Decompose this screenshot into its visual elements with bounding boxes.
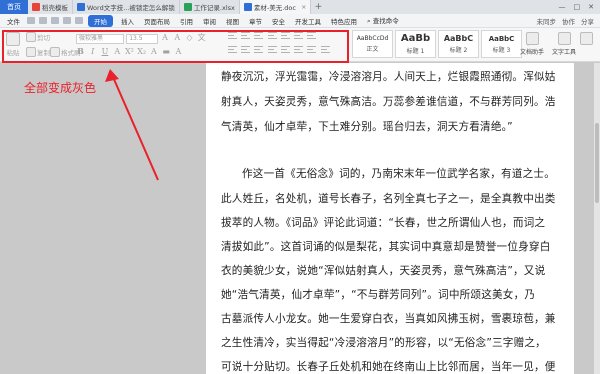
- document-page[interactable]: 静夜沉沉，浮光霭霭，冷浸溶溶月。人间天上，烂银霞照通彻。浑似姑 射真人，天姿灵秀…: [206, 63, 574, 374]
- style-sample: AaBbCcDd: [356, 35, 389, 42]
- text-tools-button[interactable]: 文字工具: [552, 32, 576, 56]
- tab-docer-template[interactable]: 稻壳模板: [28, 0, 73, 14]
- tab-page-layout[interactable]: 页面布局: [139, 16, 175, 26]
- tab-view[interactable]: 视图: [221, 16, 244, 26]
- word-doc-icon: [243, 3, 252, 11]
- search-label: 查找命令: [372, 17, 399, 25]
- word-doc-icon: [77, 3, 85, 11]
- paragraph-line: 此人姓丘，名处机，道号长春子，名列全真七子之一，是全真教中出类: [221, 193, 556, 205]
- tab-references[interactable]: 引用: [175, 16, 198, 26]
- paragraph-line: 可说十分贴切。长春子丘处机和她在终南山上比邻而居，当年一见，便: [221, 361, 556, 373]
- docer-icon: [32, 3, 40, 11]
- paragraph-line: 之生性清冷，实当得起“冷浸溶溶月”的形容，以“无俗念”三字赠之，: [221, 337, 546, 349]
- annotation-text: 全部变成灰色: [24, 81, 97, 95]
- style-sample: AaBbC: [488, 34, 515, 43]
- tab-word-doc[interactable]: Word文字技...被锁定怎么解锁: [73, 0, 180, 14]
- search-icon: ⌕: [367, 17, 371, 25]
- tab-active-document[interactable]: 素材-美无.doc ×: [239, 0, 312, 14]
- minimize-icon[interactable]: —: [559, 3, 566, 11]
- scrollbar-thumb[interactable]: [595, 123, 599, 203]
- paragraph-line: 射真人，天姿灵秀，意气殊高洁。万蕊参差谁信道，不与群芳同列。浩: [221, 96, 556, 108]
- style-caption: 标题 2: [449, 47, 468, 54]
- paragraph-line: 气清英，仙才卓荦，下土难分别。瑶台归去，洞天方看清绝。”: [221, 121, 513, 133]
- open-icon[interactable]: [27, 17, 35, 24]
- window-controls: — □ ✕: [559, 0, 600, 14]
- tab-insert[interactable]: 插入: [116, 16, 139, 26]
- tab-label: Word文字技...被锁定怎么解锁: [87, 4, 175, 12]
- doc-helper-icon: [525, 32, 539, 45]
- spreadsheet-icon: [183, 3, 192, 11]
- search-command[interactable]: ⌕ 查找命令: [362, 15, 404, 26]
- title-tab-bar: 首页 稻壳模板 Word文字技...被锁定怎么解锁 工作记录.xlsx 素材-美…: [0, 0, 600, 14]
- sync-status[interactable]: 未同步: [537, 16, 557, 26]
- text-tools-label: 文字工具: [552, 49, 577, 56]
- tab-label: 稻壳模板: [42, 4, 68, 12]
- maximize-icon[interactable]: □: [574, 3, 581, 11]
- style-normal[interactable]: AaBbCcDd 正文: [352, 30, 393, 58]
- tab-sections[interactable]: 章节: [244, 16, 267, 26]
- undo-icon[interactable]: [63, 17, 71, 24]
- style-caption: 标题 1: [406, 48, 425, 55]
- tab-start[interactable]: 开始: [88, 14, 113, 27]
- save-icon[interactable]: [39, 17, 47, 24]
- home-tab[interactable]: 首页: [0, 0, 28, 14]
- redo-icon[interactable]: [75, 17, 83, 24]
- tab-developer[interactable]: 开发工具: [290, 16, 326, 26]
- style-sample: AaBbC: [443, 34, 474, 43]
- print-icon[interactable]: [51, 17, 59, 24]
- paragraph-line: 静夜沉沉，浮光霭霭，冷浸溶溶月。人间天上，烂银霞照通彻。浑似姑: [221, 71, 556, 83]
- vertical-scrollbar[interactable]: [594, 63, 600, 374]
- menu-file[interactable]: 文件: [2, 16, 25, 26]
- style-caption: 标题 3: [492, 46, 511, 54]
- paragraph-line: 拔萃的人物。《词品》评论此词道：“长春，世之所谓仙人也，而词之: [221, 217, 546, 229]
- close-tab-icon[interactable]: ×: [301, 3, 306, 11]
- tab-features[interactable]: 特色应用: [326, 16, 362, 26]
- collaborate-button[interactable]: 协作: [562, 16, 575, 26]
- find-replace-icon: [580, 32, 593, 45]
- text-tools-icon: [557, 32, 571, 45]
- doc-helper-label: 文档助手: [520, 49, 545, 56]
- style-caption: 正文: [366, 46, 379, 53]
- paragraph-line: 作这一首《无俗念》词的，乃南宋末年一位武学名家，有道之士。: [242, 168, 556, 180]
- doc-helper-button[interactable]: 文档助手: [520, 32, 544, 56]
- style-sample: AaBb: [400, 33, 431, 44]
- style-heading-2[interactable]: AaBbC 标题 2: [438, 30, 479, 58]
- styles-gallery: AaBbCcDd 正文 AaBb 标题 1 AaBbC 标题 2 AaBbC 标…: [352, 30, 532, 58]
- style-heading-1[interactable]: AaBb 标题 1: [395, 30, 436, 58]
- close-window-icon[interactable]: ✕: [588, 3, 594, 11]
- menu-right-actions: 未同步 协作 分享: [537, 16, 600, 26]
- tab-security[interactable]: 安全: [267, 16, 290, 26]
- tab-work-record[interactable]: 工作记录.xlsx: [180, 0, 240, 14]
- paragraph-line: 衣的美貌少女，说她“浑似姑射真人，天姿灵秀，意气殊高洁”，又说: [221, 265, 546, 277]
- menu-bar: 文件 开始 插入 页面布局 引用 审阅 视图 章节 安全 开发工具 特色应用 ⌕…: [0, 14, 600, 28]
- highlight-box: [2, 30, 349, 63]
- paragraph-line: 她“浩气清英，仙才卓荦”，“不与群芳同列”。词中所颂这美女，乃: [221, 289, 536, 301]
- tab-label: 工作记录.xlsx: [193, 4, 235, 12]
- share-button[interactable]: 分享: [581, 16, 594, 26]
- paragraph-line: 清拔如此”。这首词诵的似是梨花，其实词中真意却是赞誉一位身穿白: [221, 241, 551, 253]
- tab-review[interactable]: 审阅: [198, 16, 221, 26]
- new-tab-button[interactable]: +: [311, 0, 325, 14]
- paragraph-line: 古墓派传人小龙女。她一生爱穿白衣，当真如风拂玉树，雪裹琼苞，兼: [221, 313, 556, 325]
- tab-label: 素材-美无.doc: [253, 4, 296, 12]
- left-margin-area: [0, 63, 206, 374]
- find-replace-button[interactable]: [580, 32, 593, 47]
- style-heading-3[interactable]: AaBbC 标题 3: [481, 30, 522, 58]
